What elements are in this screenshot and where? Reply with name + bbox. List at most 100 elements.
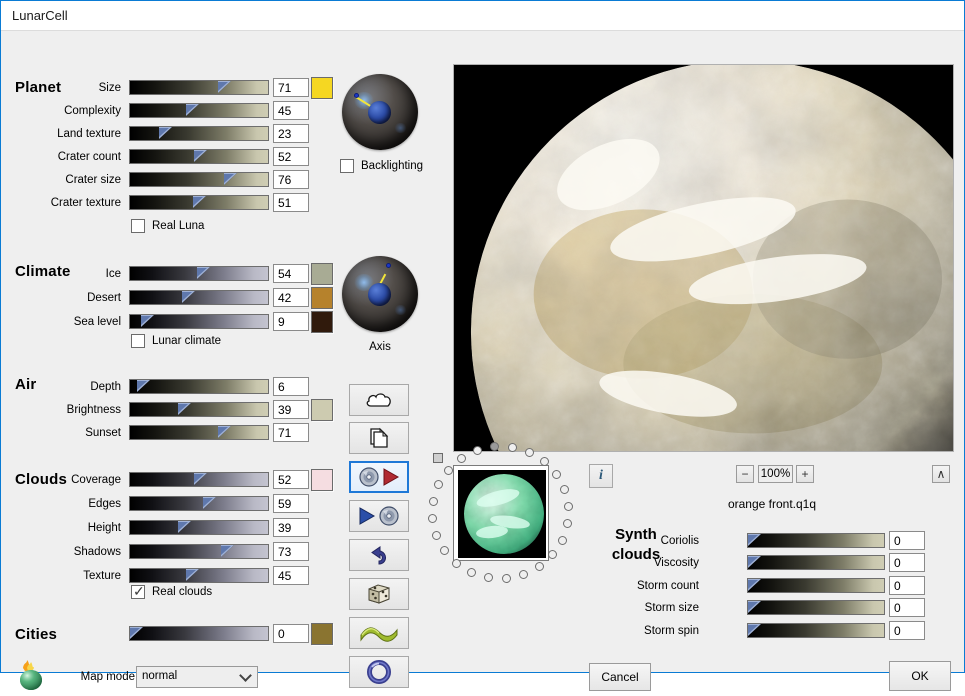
ring-frame-dot[interactable] xyxy=(502,574,511,583)
value-viscosity[interactable]: 0 xyxy=(889,553,925,572)
slider-depth[interactable] xyxy=(129,379,269,394)
value-sea-level[interactable]: 9 xyxy=(273,312,309,331)
value-sunset[interactable]: 71 xyxy=(273,423,309,442)
slider-size[interactable] xyxy=(129,80,269,95)
value-texture[interactable]: 45 xyxy=(273,566,309,585)
select-map-mode[interactable]: normal xyxy=(136,666,258,688)
value-crater-texture[interactable]: 51 xyxy=(273,193,309,212)
ring-frame-dot[interactable] xyxy=(563,519,572,528)
random-button[interactable] xyxy=(349,578,409,610)
slider-ice[interactable] xyxy=(129,266,269,281)
ring-frame-dot[interactable] xyxy=(429,497,438,506)
slider-sunset[interactable] xyxy=(129,425,269,440)
slider-crater-texture[interactable] xyxy=(129,195,269,210)
ring-frame-dot[interactable] xyxy=(432,531,441,540)
ring-frame-dot[interactable] xyxy=(467,568,476,577)
planet-preview[interactable] xyxy=(453,64,954,452)
value-depth[interactable]: 6 xyxy=(273,377,309,396)
value-ice[interactable]: 54 xyxy=(273,264,309,283)
value-storm-spin[interactable]: 0 xyxy=(889,621,925,640)
value-cities[interactable]: 0 xyxy=(273,624,309,643)
cancel-button[interactable]: Cancel xyxy=(589,663,651,691)
zoom-level[interactable]: 100% xyxy=(758,465,793,483)
swatch-cities-color[interactable] xyxy=(311,623,333,645)
light-handle-dot[interactable] xyxy=(354,93,359,98)
slider-height[interactable] xyxy=(129,520,269,535)
collapse-button[interactable]: ∧ xyxy=(932,465,950,483)
ring-square-button[interactable] xyxy=(433,453,443,463)
ring-frame-dot[interactable] xyxy=(444,466,453,475)
ring-frame-dot[interactable] xyxy=(519,570,528,579)
slider-crater-size[interactable] xyxy=(129,172,269,187)
slider-viscosity[interactable] xyxy=(747,555,885,570)
ring-frame-dot[interactable] xyxy=(564,502,573,511)
value-coverage[interactable]: 52 xyxy=(273,470,309,489)
ring-frame-dot[interactable] xyxy=(558,536,567,545)
slider-coriolis[interactable] xyxy=(747,533,885,548)
value-shadows[interactable]: 73 xyxy=(273,542,309,561)
value-height[interactable]: 39 xyxy=(273,518,309,537)
swatch-clouds-color[interactable] xyxy=(311,469,333,491)
axis-handle-dot[interactable] xyxy=(386,263,391,268)
ribbon-button[interactable] xyxy=(349,617,409,649)
slider-complexity[interactable] xyxy=(129,103,269,118)
swatch-sea-color[interactable] xyxy=(311,311,333,333)
value-storm-size[interactable]: 0 xyxy=(889,598,925,617)
ring-frame-dot[interactable] xyxy=(560,485,569,494)
axis-sphere-control[interactable] xyxy=(342,256,418,332)
frame-ring-selector[interactable] xyxy=(425,451,591,609)
swatch-air-color[interactable] xyxy=(311,399,333,421)
swatch-ice-color[interactable] xyxy=(311,263,333,285)
slider-storm-count[interactable] xyxy=(747,578,885,593)
value-complexity[interactable]: 45 xyxy=(273,101,309,120)
info-button[interactable]: i xyxy=(589,464,613,488)
ring-frame-dot[interactable] xyxy=(484,573,493,582)
ring-frame-dot[interactable] xyxy=(434,480,443,489)
swatch-desert-color[interactable] xyxy=(311,287,333,309)
slider-shadows[interactable] xyxy=(129,544,269,559)
slider-texture[interactable] xyxy=(129,568,269,583)
ok-button[interactable]: OK xyxy=(889,661,951,691)
ring-frame-dot[interactable] xyxy=(535,562,544,571)
value-storm-count[interactable]: 0 xyxy=(889,576,925,595)
value-brightness[interactable]: 39 xyxy=(273,400,309,419)
value-size[interactable]: 71 xyxy=(273,78,309,97)
ring-frame-dot[interactable] xyxy=(548,550,557,559)
ring-frame-dot[interactable] xyxy=(457,454,466,463)
zoom-out-button[interactable]: − xyxy=(736,465,754,483)
slider-storm-spin[interactable] xyxy=(747,623,885,638)
undo-button[interactable] xyxy=(349,539,409,571)
slider-crater-count[interactable] xyxy=(129,149,269,164)
ring-frame-dot[interactable] xyxy=(428,514,437,523)
slider-coverage[interactable] xyxy=(129,472,269,487)
ring-frame-dot[interactable] xyxy=(440,546,449,555)
slider-desert[interactable] xyxy=(129,290,269,305)
ring-frame-dot[interactable] xyxy=(452,559,461,568)
slider-sea-level[interactable] xyxy=(129,314,269,329)
value-crater-count[interactable]: 52 xyxy=(273,147,309,166)
zoom-in-button[interactable]: + xyxy=(796,465,814,483)
slider-edges[interactable] xyxy=(129,496,269,511)
lunarcell-logo-icon xyxy=(15,659,47,691)
value-crater-size[interactable]: 76 xyxy=(273,170,309,189)
save-button[interactable] xyxy=(349,500,409,532)
ring-button[interactable] xyxy=(349,656,409,688)
cloud-thumbnail-frame[interactable] xyxy=(453,465,549,561)
value-coriolis[interactable]: 0 xyxy=(889,531,925,550)
value-land-texture[interactable]: 23 xyxy=(273,124,309,143)
backlighting-sphere-control[interactable] xyxy=(342,74,418,150)
copy-button[interactable] xyxy=(349,422,409,454)
ring-frame-dot[interactable] xyxy=(473,446,482,455)
ring-frame-dot[interactable] xyxy=(525,448,534,457)
load-button[interactable] xyxy=(349,461,409,493)
slider-storm-size[interactable] xyxy=(747,600,885,615)
swatch-planet-color[interactable] xyxy=(311,77,333,99)
value-desert[interactable]: 42 xyxy=(273,288,309,307)
ring-frame-dot[interactable] xyxy=(552,470,561,479)
cloud-button[interactable] xyxy=(349,384,409,416)
value-edges[interactable]: 59 xyxy=(273,494,309,513)
ring-frame-dot[interactable] xyxy=(508,443,517,452)
slider-cities[interactable] xyxy=(129,626,269,641)
slider-land-texture[interactable] xyxy=(129,126,269,141)
slider-brightness[interactable] xyxy=(129,402,269,417)
